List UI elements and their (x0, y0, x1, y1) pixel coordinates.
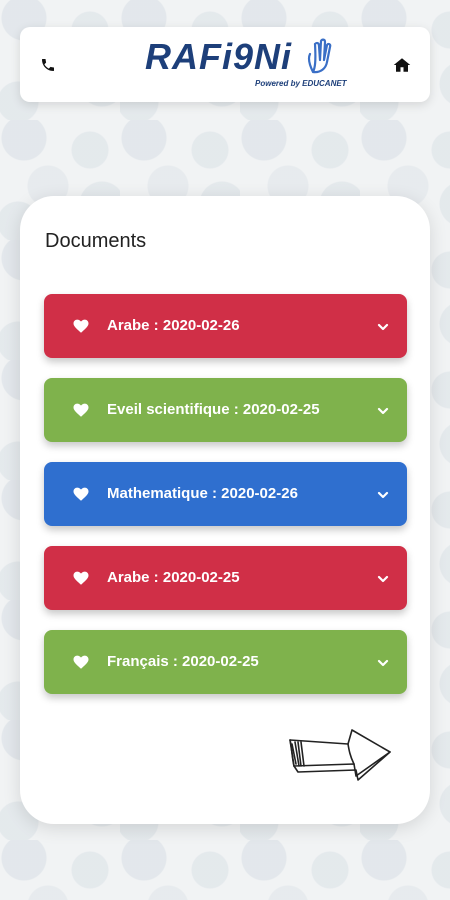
documents-card: Documents Arabe : 2020-02-26 Eveil scien… (20, 196, 430, 824)
card-title: Documents (45, 230, 147, 252)
document-item[interactable]: Arabe : 2020-02-26 (44, 294, 407, 358)
heart-icon (72, 653, 90, 671)
chevron-down-icon[interactable] (377, 320, 389, 332)
app-header: RAFi9Ni Powered by EDUCANET (20, 27, 430, 102)
chevron-down-icon[interactable] (377, 488, 389, 500)
documents-list: Arabe : 2020-02-26 Eveil scientifique : … (44, 294, 407, 714)
home-icon[interactable] (390, 53, 414, 77)
document-label: Arabe : 2020-02-25 (107, 569, 240, 586)
chevron-down-icon[interactable] (377, 656, 389, 668)
document-label: Mathematique : 2020-02-26 (107, 485, 298, 502)
document-item[interactable]: Arabe : 2020-02-25 (44, 546, 407, 610)
document-label: Français : 2020-02-25 (107, 653, 259, 670)
document-item[interactable]: Eveil scientifique : 2020-02-25 (44, 378, 407, 442)
phone-icon[interactable] (36, 53, 60, 77)
document-item[interactable]: Mathematique : 2020-02-26 (44, 462, 407, 526)
document-item[interactable]: Français : 2020-02-25 (44, 630, 407, 694)
hand-logo-icon (307, 38, 333, 81)
logo-subtitle: Powered by EDUCANET (255, 79, 347, 88)
heart-icon (72, 317, 90, 335)
arrow-right-icon[interactable] (286, 726, 394, 784)
document-label: Arabe : 2020-02-26 (107, 317, 240, 334)
logo-text: RAFi9Ni (145, 36, 293, 77)
document-label: Eveil scientifique : 2020-02-25 (107, 401, 320, 418)
app-logo: RAFi9Ni Powered by EDUCANET (145, 35, 347, 95)
chevron-down-icon[interactable] (377, 404, 389, 416)
heart-icon (72, 485, 90, 503)
heart-icon (72, 401, 90, 419)
heart-icon (72, 569, 90, 587)
chevron-down-icon[interactable] (377, 572, 389, 584)
